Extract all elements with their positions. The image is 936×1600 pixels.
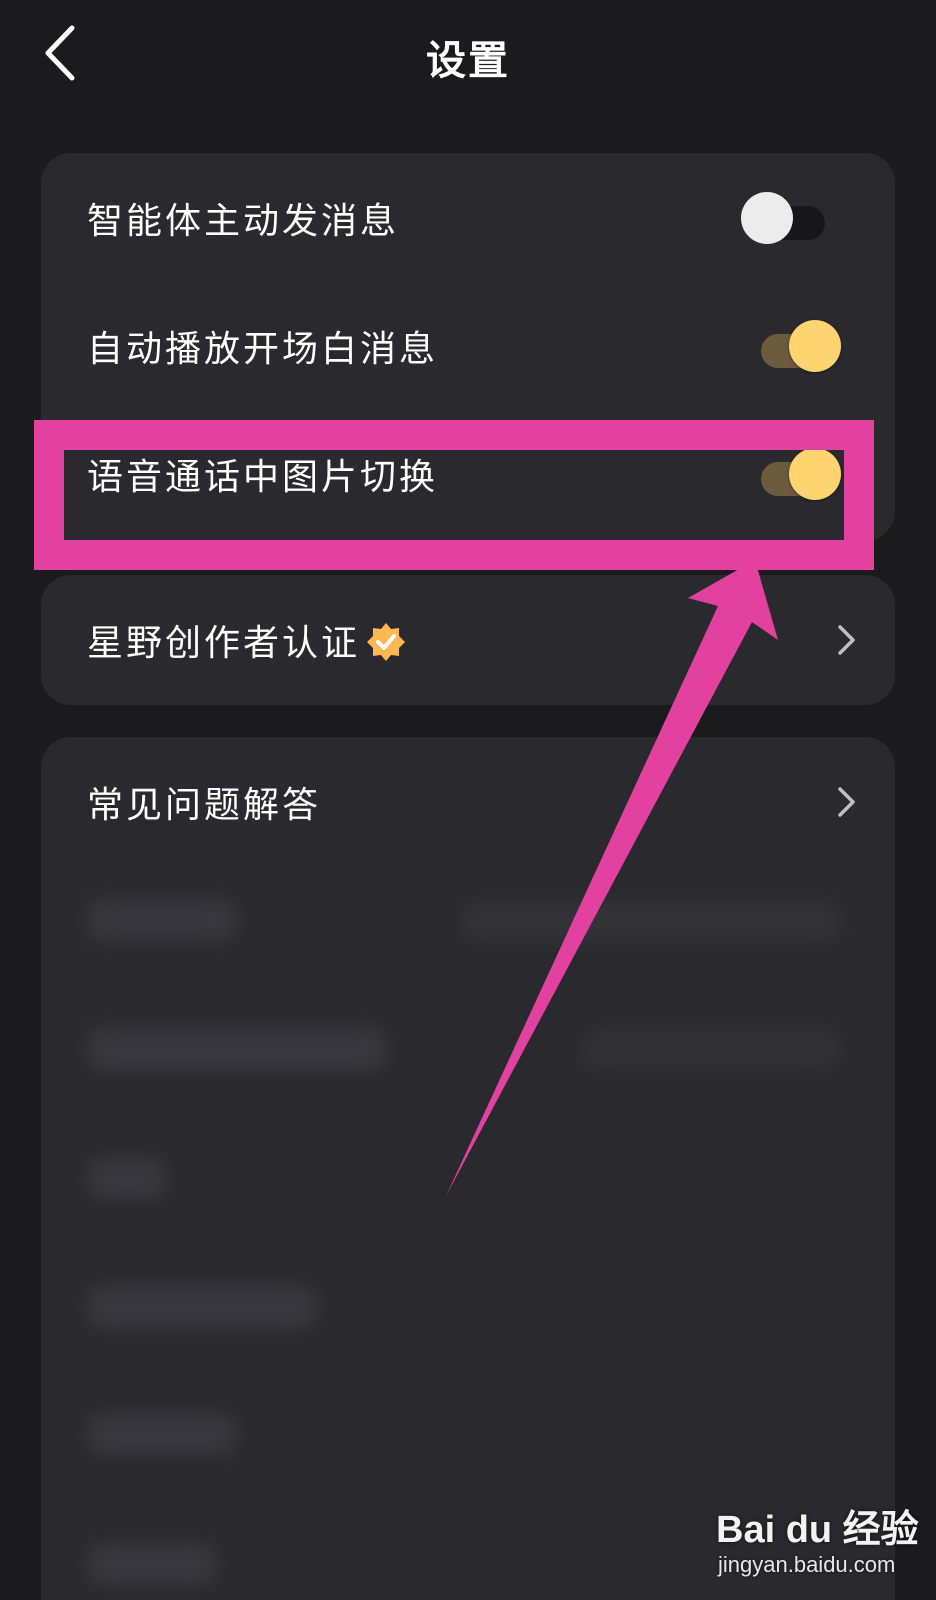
- agent-messages-switch[interactable]: [741, 192, 837, 244]
- switch-knob: [789, 448, 841, 500]
- autoplay-greeting-switch[interactable]: [745, 320, 841, 372]
- chevron-right-icon: [838, 625, 855, 655]
- voice-call-image-switch[interactable]: [745, 448, 841, 500]
- blurred-row-label: [87, 1027, 387, 1071]
- creator-certification-row[interactable]: 星野创作者认证: [41, 575, 895, 705]
- creator-label: 星野创作者认证: [87, 614, 406, 666]
- blurred-row-label: [87, 1285, 317, 1329]
- toggle-label: 语音通话中图片切换: [87, 457, 439, 498]
- blurred-row-value: [461, 901, 841, 941]
- blurred-row-label: [87, 899, 237, 941]
- toggle-label: 自动播放开场白消息: [87, 329, 439, 370]
- toggle-row-agent-messages[interactable]: 智能体主动发消息: [41, 153, 895, 283]
- verified-badge-icon: [367, 623, 406, 661]
- toggle-label: 智能体主动发消息: [87, 201, 400, 242]
- switch-knob: [741, 192, 793, 244]
- toggle-row-voice-call-image-switch[interactable]: 语音通话中图片切换: [41, 409, 895, 539]
- settings-screen: 设置 智能体主动发消息 自动播放开场白消息 语音通话中图片切换 星野创作者认证 …: [0, 0, 936, 1600]
- toggle-settings-card: 智能体主动发消息 自动播放开场白消息 语音通话中图片切换: [41, 153, 895, 541]
- blurred-row-label: [87, 1413, 237, 1455]
- page-title: 设置: [426, 38, 510, 84]
- faq-label: 常见问题解答: [87, 785, 322, 826]
- header: 设置: [0, 0, 936, 110]
- creator-card: 星野创作者认证: [41, 575, 895, 705]
- blurred-row-value: [581, 1029, 841, 1069]
- blurred-row-label: [87, 1157, 167, 1199]
- creator-label-text: 星野创作者认证: [87, 623, 361, 664]
- switch-knob: [789, 320, 841, 372]
- toggle-row-autoplay-greeting[interactable]: 自动播放开场白消息: [41, 281, 895, 411]
- blurred-row-label: [87, 1543, 217, 1585]
- faq-row[interactable]: 常见问题解答: [41, 737, 895, 867]
- chevron-right-icon: [838, 787, 855, 817]
- help-card: 常见问题解答: [41, 737, 895, 1600]
